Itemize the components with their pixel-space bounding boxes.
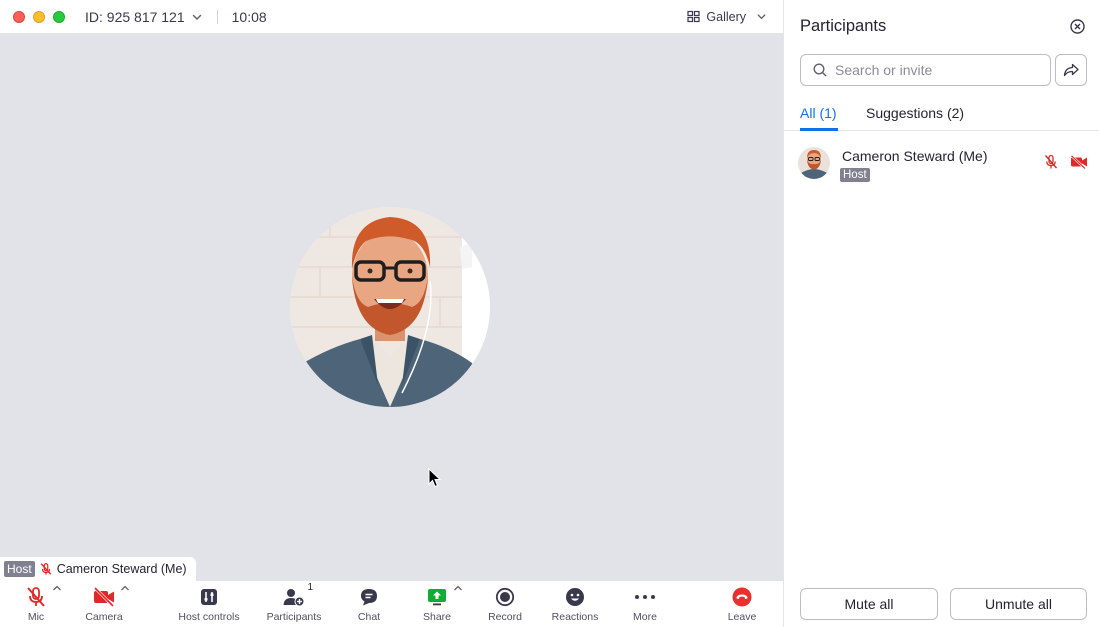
chat-bubble-icon: [361, 589, 377, 606]
camera-button[interactable]: Camera: [64, 586, 144, 623]
host-controls-icon: [201, 589, 217, 605]
participants-label: Participants: [266, 611, 322, 623]
reactions-smiley-icon: [566, 588, 584, 606]
chevron-down-icon: [192, 14, 201, 20]
close-panel-icon[interactable]: [1070, 19, 1085, 34]
host-badge: Host: [4, 561, 35, 577]
camera-off-icon: [93, 586, 115, 608]
meeting-area: ID: 925 817 121 10:08 Gallery Host Camer…: [0, 0, 783, 627]
share-options-caret-icon[interactable]: [453, 584, 463, 592]
reactions-label: Reactions: [551, 611, 599, 623]
leave-button[interactable]: Leave: [702, 586, 782, 623]
record-label: Record: [488, 611, 522, 623]
share-screen-icon: [428, 589, 446, 606]
leave-label: Leave: [727, 611, 757, 623]
invite-share-button[interactable]: [1055, 54, 1087, 86]
panel-title: Participants: [800, 17, 887, 35]
search-icon: [813, 63, 827, 77]
participants-icon: [283, 589, 305, 607]
host-controls-label: Host controls: [178, 611, 240, 623]
reactions-button[interactable]: Reactions: [535, 586, 615, 623]
participant-name: Cameron Steward (Me): [842, 148, 988, 164]
close-window-button[interactable]: [13, 10, 25, 23]
title-divider: [216, 9, 218, 24]
video-stage: Host Cameron Steward (Me): [0, 33, 783, 581]
gallery-grid-icon: [687, 10, 701, 23]
more-button[interactable]: More: [605, 586, 685, 623]
share-arrow-icon: [1063, 63, 1079, 77]
mic-muted-icon: [27, 587, 45, 607]
participants-button[interactable]: 1 Participants: [254, 582, 334, 623]
more-dots-icon: [635, 595, 655, 599]
meeting-id-dropdown[interactable]: ID: 925 817 121: [85, 9, 203, 25]
zoom-window-button[interactable]: [53, 10, 65, 23]
video-name-tag: Host Cameron Steward (Me): [0, 557, 196, 581]
more-label: More: [633, 611, 657, 623]
tab-suggestions[interactable]: Suggestions (2): [866, 105, 964, 121]
tab-all[interactable]: All (1): [800, 105, 837, 121]
mouse-cursor-icon: [428, 468, 442, 488]
search-field[interactable]: [800, 54, 1051, 86]
participants-panel: Participants All (1) Suggestions (2): [783, 0, 1099, 627]
participant-role-badge: Host: [840, 168, 870, 182]
participants-tabs: All (1) Suggestions (2): [784, 96, 1099, 131]
view-switcher[interactable]: Gallery: [687, 0, 767, 33]
mic-muted-icon: [40, 563, 51, 575]
participant-row[interactable]: Cameron Steward (Me) Host: [784, 140, 1099, 188]
mic-options-caret-icon[interactable]: [52, 584, 62, 592]
record-icon: [495, 587, 515, 607]
camera-options-caret-icon[interactable]: [120, 584, 130, 592]
record-button[interactable]: Record: [465, 586, 545, 623]
unmute-all-button[interactable]: Unmute all: [950, 588, 1087, 620]
meeting-timer: 10:08: [231, 8, 267, 25]
chevron-down-icon: [757, 14, 766, 20]
camera-label: Camera: [85, 611, 123, 623]
share-label: Share: [422, 611, 452, 623]
mute-all-button[interactable]: Mute all: [800, 588, 938, 620]
video-participant-name: Cameron Steward (Me): [56, 562, 187, 576]
window-controls: [13, 10, 65, 23]
avatar: [798, 147, 830, 179]
mic-muted-icon[interactable]: [1044, 154, 1058, 170]
meeting-id-label: ID: 925 817 121: [85, 8, 185, 25]
minimize-window-button[interactable]: [33, 10, 45, 23]
search-input[interactable]: [835, 62, 1035, 78]
active-tab-indicator: [800, 128, 838, 131]
leave-phone-icon: [732, 587, 752, 607]
meeting-toolbar: Mic Camera Host controls 1 Participants …: [0, 581, 783, 627]
chat-label: Chat: [357, 611, 381, 623]
mic-label: Mic: [27, 611, 45, 623]
camera-off-icon[interactable]: [1070, 155, 1088, 169]
participants-count: 1: [307, 582, 313, 593]
participant-avatar: [290, 207, 490, 407]
title-bar: ID: 925 817 121 10:08 Gallery: [0, 0, 783, 33]
view-label: Gallery: [706, 9, 746, 24]
host-controls-button[interactable]: Host controls: [169, 586, 249, 623]
